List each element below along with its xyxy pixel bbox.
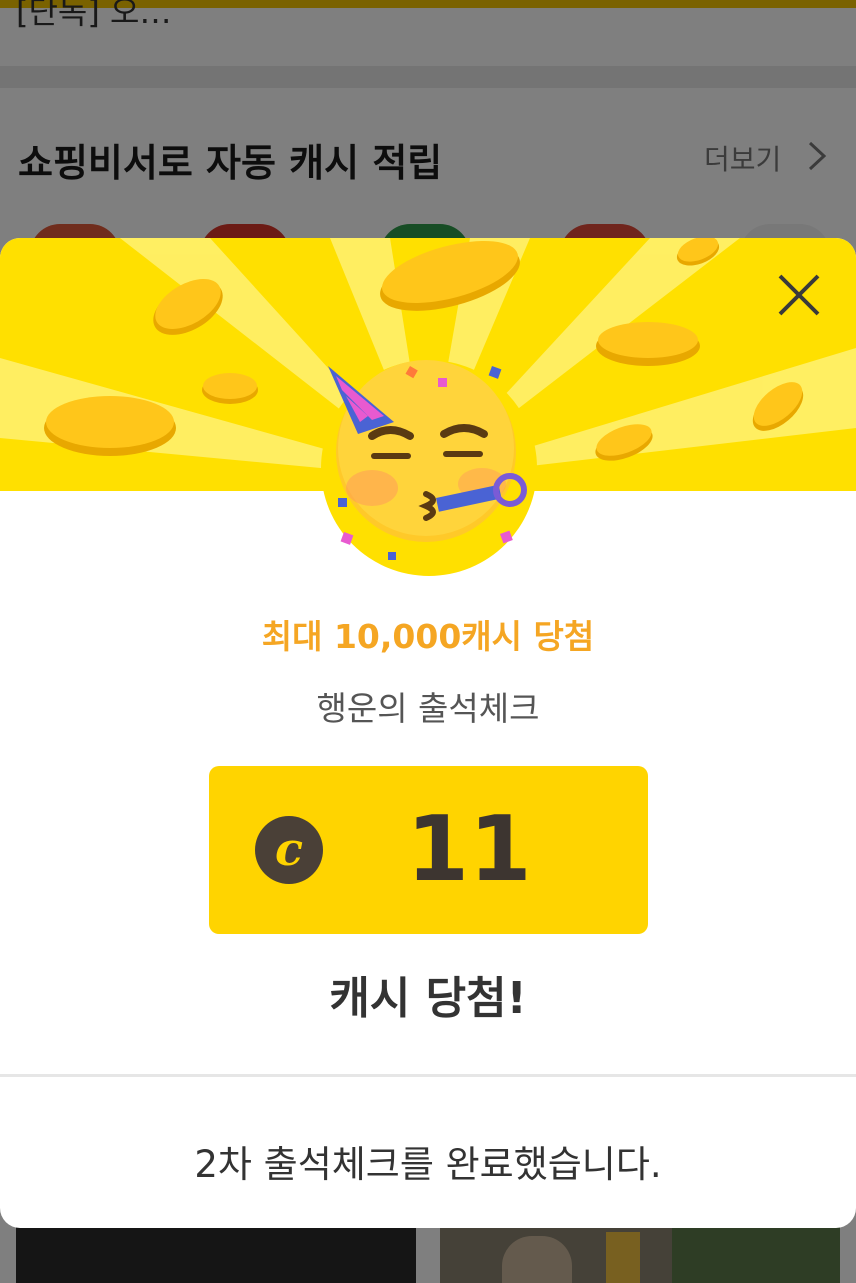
gold-coin-icon <box>202 373 258 404</box>
party-face-emoji <box>321 360 537 576</box>
promo-headline: 최대 10,000캐시 당첨 <box>261 617 595 656</box>
cash-coin-letter: c <box>274 822 303 876</box>
gold-coin-icon <box>44 396 176 456</box>
event-title: 행운의 출석체크 <box>316 689 540 728</box>
completion-message: 2차 출석체크를 완료했습니다. <box>194 1143 662 1186</box>
gold-coin-icon <box>596 322 700 366</box>
close-icon[interactable] <box>772 268 826 322</box>
result-message: 캐시 당첨! <box>329 973 527 1024</box>
cash-reward-box: c 11 <box>209 766 648 934</box>
footer-divider <box>0 1074 856 1077</box>
cash-coin-icon: c <box>255 816 323 884</box>
cash-amount: 11 <box>406 797 532 902</box>
attendance-reward-modal: 최대 10,000캐시 당첨 행운의 출석체크 c 11 캐시 당첨! 2차 출… <box>0 238 856 1228</box>
